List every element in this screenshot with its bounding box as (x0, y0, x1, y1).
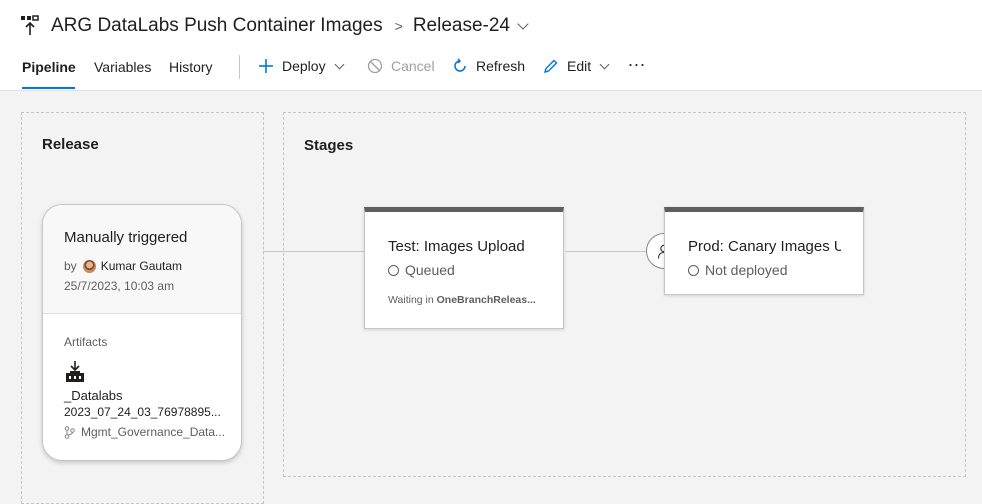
more-actions-button[interactable]: ... (628, 50, 646, 70)
status-circle-icon (688, 264, 699, 276)
release-pipeline-icon (20, 15, 40, 37)
chevron-down-icon (599, 59, 610, 69)
plus-icon (258, 58, 274, 74)
triggered-by-row: by Kumar Gautam (64, 259, 182, 273)
refresh-icon (452, 58, 468, 74)
artifact-version[interactable]: 2023_07_24_03_76978895... (64, 405, 221, 419)
release-name[interactable]: Release-24 (413, 15, 510, 37)
stages-panel-title: Stages (304, 137, 354, 154)
stage-card-test-images-upload[interactable]: Test: Images Upload Queued Waiting in On… (364, 207, 564, 329)
waiting-target[interactable]: OneBranchReleas... (437, 294, 536, 306)
stage-card-prod-canary-images[interactable]: Prod: Canary Images U Not deployed (664, 207, 864, 295)
breadcrumb-separator-icon: > (394, 18, 403, 34)
waiting-prefix: Waiting in (388, 294, 434, 306)
release-trigger-section: Manually triggered by Kumar Gautam 25/7/… (43, 205, 241, 314)
tab-bar: Pipeline Variables History Deploy Cancel… (0, 50, 982, 90)
trigger-text: Manually triggered (64, 229, 188, 246)
tab-history[interactable]: History (169, 59, 213, 75)
stage-name[interactable]: Test: Images Upload (388, 238, 525, 255)
stage-status-text: Not deployed (705, 262, 788, 278)
stage-status: Not deployed (688, 262, 788, 278)
status-circle-icon (388, 264, 399, 276)
user-name[interactable]: Kumar Gautam (101, 259, 182, 273)
tab-variables[interactable]: Variables (94, 59, 151, 75)
active-tab-indicator (22, 87, 75, 89)
pipeline-title[interactable]: ARG DataLabs Push Container Images (51, 15, 383, 37)
branch-icon (64, 425, 75, 439)
refresh-button[interactable]: Refresh (452, 56, 525, 76)
avatar (82, 259, 96, 273)
artifacts-label: Artifacts (64, 335, 108, 349)
release-timestamp: 25/7/2023, 10:03 am (64, 279, 175, 293)
connector-line (263, 251, 364, 252)
stage-status: Queued (388, 262, 455, 278)
top-bar: ARG DataLabs Push Container Images > Rel… (0, 0, 982, 91)
cancel-button[interactable]: Cancel (367, 56, 435, 76)
artifact-branch: Mgmt_Governance_Data... (81, 425, 226, 439)
deploy-label: Deploy (282, 58, 326, 74)
title-row: ARG DataLabs Push Container Images > Rel… (20, 12, 529, 40)
deploy-button[interactable]: Deploy (258, 56, 345, 76)
stage-status-text: Queued (405, 262, 455, 278)
cancel-icon (367, 58, 383, 74)
artifact-branch-row: Mgmt_Governance_Data... (64, 425, 225, 439)
toolbar-divider (239, 55, 240, 79)
stage-name[interactable]: Prod: Canary Images U (688, 238, 841, 255)
chevron-down-icon (334, 59, 345, 69)
by-label: by (64, 259, 77, 273)
release-panel-title: Release (42, 136, 99, 153)
refresh-label: Refresh (476, 58, 526, 74)
release-dropdown-chevron-icon[interactable] (517, 17, 529, 30)
connector-line (565, 251, 647, 252)
pencil-icon (543, 58, 559, 74)
edit-button[interactable]: Edit (543, 56, 610, 76)
tab-pipeline[interactable]: Pipeline (22, 59, 76, 75)
artifact-name[interactable]: _Datalabs (64, 388, 123, 403)
cancel-label: Cancel (391, 58, 435, 74)
release-card[interactable]: Manually triggered by Kumar Gautam 25/7/… (42, 204, 242, 461)
waiting-info: Waiting in OneBranchReleas... (388, 294, 536, 306)
edit-label: Edit (567, 58, 592, 74)
artifact-build-icon (65, 361, 85, 388)
